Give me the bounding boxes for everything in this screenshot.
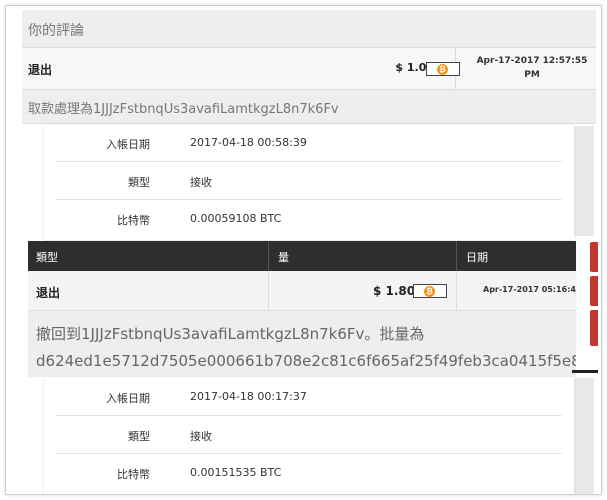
- transaction-date-line1: Apr-17-2017 12:57:55: [476, 56, 588, 66]
- amount-cell: [22, 48, 456, 90]
- bitcoin-icon: ₿: [437, 64, 448, 75]
- transaction-date-line2: PM: [524, 70, 540, 80]
- detail-label: 類型: [128, 430, 150, 443]
- withdrawal-note-line1: 撤回到1JJJzFstbnqUs3avafiLamtkgzL8n7k6Fv。批量…: [36, 325, 425, 343]
- column-header-amount[interactable]: 量: [278, 249, 289, 265]
- detail-row: 入帳日期 2017-04-18 00:17:37: [56, 378, 562, 416]
- detail-label: 入帳日期: [106, 392, 150, 405]
- coin-badge: ₿: [413, 284, 447, 298]
- withdrawal-note-line2: d624ed1e5712d7505e000661b708e2c81c6f665a…: [36, 352, 576, 370]
- column-header-date[interactable]: 日期: [466, 249, 488, 265]
- detail-label: 比特幣: [117, 214, 150, 227]
- side-strip: [574, 126, 594, 236]
- bitcoin-icon: ₿: [424, 286, 435, 297]
- withdrawal-note: 取款處理為1JJJzFstbnqUs3avafiLamtkgzL8n7k6Fv: [22, 90, 596, 124]
- divider-line: [572, 370, 598, 373]
- detail-label: 類型: [128, 176, 150, 189]
- table-row[interactable]: 退出 $ 1.80 ₿ Apr-17-2017 05:16:4: [28, 271, 576, 311]
- transactions-table: 類型 量 日期 退出 $ 1.80 ₿ Apr-17-2017 05:16:4 …: [28, 241, 576, 377]
- coin-badge: ₿: [426, 62, 460, 76]
- detail-row: 比特幣 0.00059108 BTC: [56, 200, 562, 238]
- column-divider: [268, 271, 269, 311]
- deposit-detail-2: 入帳日期 2017-04-18 00:17:37 類型 接收 比特幣 0.001…: [44, 378, 574, 494]
- column-divider: [268, 241, 269, 271]
- detail-label: 入帳日期: [106, 138, 150, 151]
- transaction-type: 退出: [36, 286, 61, 300]
- withdrawal-panel-1: 你的評論 退出 $ 1.00 ₿ Apr-17-2017 12:57:55 PM…: [22, 10, 596, 124]
- detail-value: 0.00059108 BTC: [190, 212, 282, 225]
- table-header: 類型 量 日期: [28, 241, 576, 271]
- transaction-amount: $ 1.80: [373, 284, 416, 298]
- detail-value: 2017-04-18 00:58:39: [190, 136, 307, 149]
- transaction-date: Apr-17-2017 05:16:4: [483, 285, 576, 294]
- withdrawal-note: 撤回到1JJJzFstbnqUs3avafiLamtkgzL8n7k6Fv。批量…: [28, 311, 576, 377]
- detail-row: 類型 接收: [56, 416, 562, 454]
- column-header-type[interactable]: 類型: [36, 249, 58, 265]
- transaction-row[interactable]: 退出 $ 1.00 ₿ Apr-17-2017 12:57:55 PM: [22, 48, 596, 90]
- detail-value: 2017-04-18 00:17:37: [190, 390, 307, 403]
- column-divider: [456, 241, 457, 271]
- detail-value: 接收: [190, 430, 212, 443]
- column-divider: [456, 271, 457, 311]
- screenshot-frame: 你的評論 退出 $ 1.00 ₿ Apr-17-2017 12:57:55 PM…: [5, 5, 602, 495]
- side-tab[interactable]: [590, 310, 598, 346]
- deposit-detail-1: 入帳日期 2017-04-18 00:58:39 類型 接收 比特幣 0.000…: [44, 124, 574, 240]
- detail-row: 類型 接收: [56, 162, 562, 200]
- detail-row: 比特幣 0.00151535 BTC: [56, 454, 562, 492]
- transaction-date: Apr-17-2017 12:57:55 PM: [472, 54, 592, 82]
- transaction-type: 退出: [28, 63, 53, 77]
- side-tab[interactable]: [590, 242, 598, 272]
- detail-value: 0.00151535 BTC: [190, 466, 282, 479]
- side-strip: [574, 378, 594, 494]
- detail-value: 接收: [190, 176, 212, 189]
- panel-heading: 你的評論: [22, 10, 596, 48]
- detail-row: 入帳日期 2017-04-18 00:58:39: [56, 124, 562, 162]
- detail-label: 比特幣: [117, 468, 150, 481]
- side-tab[interactable]: [590, 276, 598, 306]
